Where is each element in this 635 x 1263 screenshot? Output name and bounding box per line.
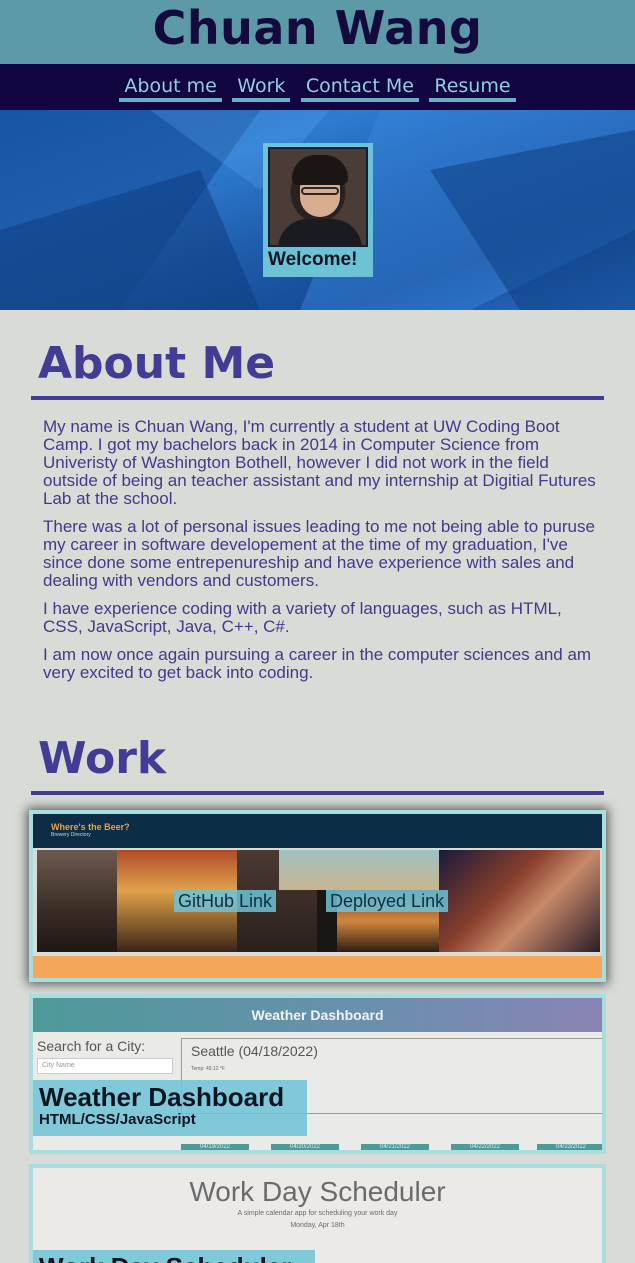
project-name: Work Day Scheduler <box>39 1252 309 1263</box>
nav-about-me[interactable]: About me <box>119 75 222 102</box>
about-paragraph: I have experience coding with a variety … <box>43 599 562 636</box>
nav-work[interactable]: Work <box>232 75 291 102</box>
main-nav: About me Work Contact Me Resume <box>0 64 635 110</box>
deployed-link[interactable]: Deployed Link <box>326 890 449 912</box>
project-screenshot-temp: Temp: 49.12 °F <box>191 1066 225 1072</box>
about-paragraph: I am now once again pursuing a career in… <box>43 645 592 682</box>
project-screenshot-footer <box>33 956 602 978</box>
project-screenshot-city: Seattle (04/18/2022) <box>191 1043 318 1059</box>
github-link[interactable]: GitHub Link <box>174 890 277 912</box>
project-tech: HTML/CSS/JavaScript <box>39 1111 196 1128</box>
project-screenshot-subtitle: A simple calendar app for scheduling you… <box>237 1210 398 1217</box>
project-screenshot-search-label: Search for a City: <box>37 1038 146 1054</box>
hero-banner: Welcome! <box>0 110 635 310</box>
about-divider <box>31 396 604 400</box>
site-header: Chuan Wang <box>0 0 635 64</box>
project-name: Weather Dashboard <box>39 1082 285 1112</box>
project-screenshot-photos <box>37 850 600 952</box>
project-label: Weather Dashboard HTML/CSS/JavaScript <box>33 1080 307 1136</box>
profile-card: Welcome! <box>263 143 373 277</box>
project-screenshot-title: Work Day Scheduler <box>189 1176 446 1207</box>
project-screenshot-banner: Where's the Beer? Brewery Directory <box>33 814 602 848</box>
about-title: About Me <box>38 338 276 389</box>
work-title: Work <box>38 733 167 784</box>
nav-contact-me[interactable]: Contact Me <box>300 75 419 102</box>
welcome-text: Welcome! <box>268 249 358 270</box>
project-card-beer[interactable]: Where's the Beer? Brewery Directory GitH… <box>29 810 606 982</box>
avatar <box>268 147 368 247</box>
about-paragraph: There was a lot of personal issues leadi… <box>43 517 595 590</box>
project-label: Work Day Scheduler <box>33 1250 315 1263</box>
nav-resume[interactable]: Resume <box>429 75 516 102</box>
project-screenshot-header: Weather Dashboard <box>33 998 602 1032</box>
work-divider <box>31 791 604 795</box>
project-screenshot-date: Monday, Apr 18th <box>290 1222 345 1229</box>
about-paragraph: My name is Chuan Wang, I'm currently a s… <box>43 417 596 508</box>
site-title: Chuan Wang <box>152 1 483 55</box>
project-card-scheduler[interactable]: Work Day Scheduler A simple calendar app… <box>29 1164 606 1263</box>
project-card-weather[interactable]: Weather Dashboard Search for a City: Cit… <box>29 994 606 1154</box>
about-text: My name is Chuan Wang, I'm currently a s… <box>43 418 598 692</box>
project-screenshot-forecast: 04/19/2022 04/20/2022 04/21/2022 04/22/2… <box>181 1144 602 1150</box>
project-screenshot-search-input: City Name <box>37 1058 173 1074</box>
